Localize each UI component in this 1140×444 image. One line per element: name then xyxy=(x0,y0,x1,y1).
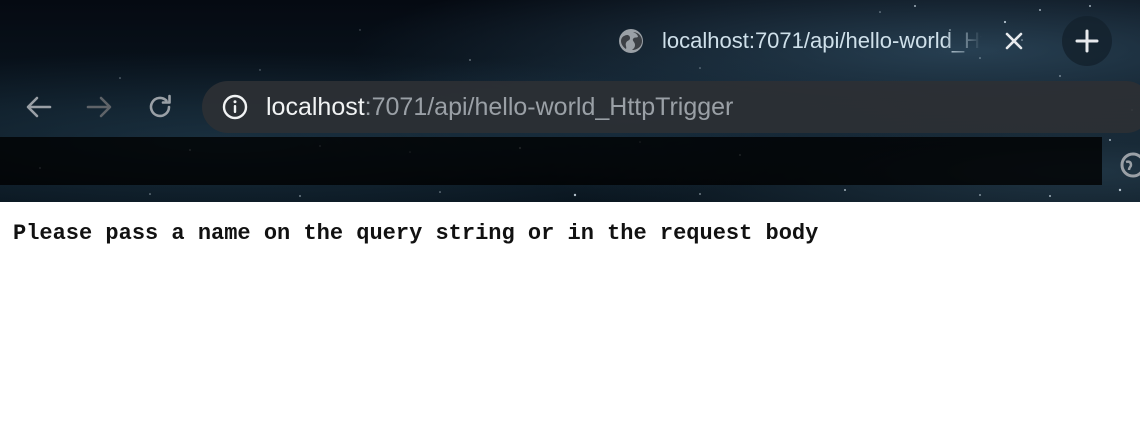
browser-tab[interactable]: localhost:7071/api/hello-world_HttpTrigg… xyxy=(600,10,1050,72)
page-content: Please pass a name on the query string o… xyxy=(0,202,1140,444)
bookmarks-bar xyxy=(0,137,1102,185)
address-bar[interactable]: localhost:7071/api/hello-world_HttpTrigg… xyxy=(202,81,1140,133)
reload-icon xyxy=(149,94,171,118)
reload-button[interactable] xyxy=(143,90,177,124)
url-host: localhost xyxy=(266,93,365,121)
new-tab-button[interactable] xyxy=(1062,16,1112,66)
globe-icon xyxy=(619,29,643,53)
info-icon[interactable] xyxy=(222,94,248,120)
globe-icon[interactable] xyxy=(1120,152,1140,178)
url-path: :7071/api/hello-world_HttpTrigger xyxy=(364,93,734,121)
tab-title: localhost:7071/api/hello-world_HttpTrigg… xyxy=(662,28,982,53)
browser-window: localhost:7071/api/hello-world_HttpTrigg… xyxy=(0,0,1140,444)
arrow-left-icon xyxy=(26,96,52,118)
url-text[interactable]: localhost:7071/api/hello-world_HttpTrigg… xyxy=(266,91,733,123)
arrow-right-icon xyxy=(86,96,112,118)
browser-chrome: localhost:7071/api/hello-world_HttpTrigg… xyxy=(0,0,1140,202)
response-body-text: Please pass a name on the query string o… xyxy=(13,221,819,246)
close-icon[interactable] xyxy=(1000,27,1028,55)
back-button[interactable] xyxy=(22,90,56,124)
forward-button[interactable] xyxy=(82,90,116,124)
plus-icon xyxy=(1075,29,1099,53)
